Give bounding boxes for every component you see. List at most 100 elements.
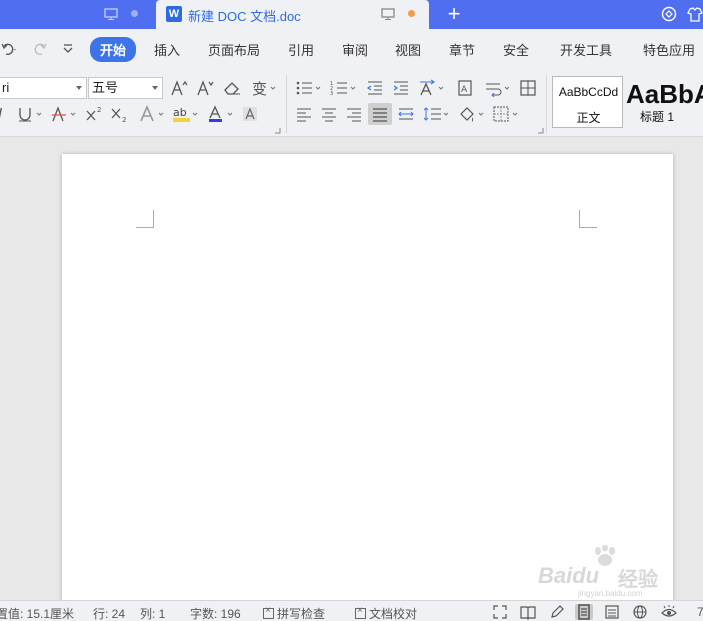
- style-heading-1[interactable]: AaBbA 标题 1: [626, 76, 703, 128]
- spell-check-label: 拼写检查: [277, 607, 326, 621]
- unsaved-dot-icon: [131, 10, 138, 17]
- svg-text:2: 2: [122, 116, 126, 123]
- tab-active-document[interactable]: W 新建 DOC 文档.doc: [156, 0, 429, 29]
- status-column: 列: 1: [140, 607, 166, 621]
- spell-check-toggle[interactable]: 拼写检查: [263, 605, 325, 621]
- shading-icon[interactable]: [458, 105, 488, 123]
- wps-writer-icon: W: [166, 6, 182, 22]
- status-bar: 置值: 15.1厘米 行: 24 列: 1 字数: 196 拼写检查 文档校对 …: [0, 600, 703, 621]
- document-canvas[interactable]: [0, 138, 703, 614]
- proofread-label: 文档校对: [369, 607, 418, 621]
- reading-mode-icon[interactable]: [519, 604, 537, 620]
- margin-corner-top-right: [579, 210, 597, 228]
- baidu-jingyan-watermark: Baidu 经验 jingyan.baidu.com: [538, 545, 668, 598]
- skin-icon[interactable]: [660, 5, 678, 23]
- monitor-icon[interactable]: [381, 8, 395, 20]
- web-view-icon[interactable]: [632, 604, 648, 620]
- tab-special-features[interactable]: 特色应用: [643, 40, 695, 59]
- borders-icon[interactable]: [492, 105, 522, 123]
- line-spacing-swap-icon[interactable]: [484, 79, 514, 97]
- strikethrough-icon[interactable]: [50, 105, 80, 123]
- numbering-icon[interactable]: 123: [330, 79, 360, 97]
- style-heading-1-sample: AaBbA: [626, 79, 703, 109]
- increase-indent-icon[interactable]: [392, 79, 410, 97]
- ribbon-tab-bar: 开始 插入 页面布局 引用 审阅 视图 章节 安全 开发工具 特色应用: [0, 29, 703, 69]
- highlight-icon[interactable]: ab: [172, 105, 202, 123]
- eraser-icon[interactable]: [222, 79, 242, 97]
- subscript-icon[interactable]: 2: [110, 105, 130, 123]
- watermark-url: jingyan.baidu.com: [578, 589, 643, 598]
- font-size-value: 五号: [92, 80, 119, 95]
- checkbox-icon: [355, 605, 366, 619]
- italic-icon[interactable]: I: [0, 105, 2, 123]
- pen-icon[interactable]: [549, 604, 565, 620]
- tab-developer-tools[interactable]: 开发工具: [560, 40, 612, 59]
- status-row: 行: 24: [93, 607, 126, 621]
- proofread-toggle[interactable]: 文档校对: [355, 605, 417, 621]
- tab-page-layout[interactable]: 页面布局: [208, 40, 260, 59]
- undo-icon[interactable]: [0, 41, 18, 57]
- table-tools-icon[interactable]: [519, 79, 537, 97]
- character-shading-icon[interactable]: [241, 105, 259, 123]
- align-right-icon[interactable]: [345, 106, 363, 122]
- fullscreen-icon[interactable]: [492, 604, 508, 620]
- bullets-icon[interactable]: [295, 79, 325, 97]
- paragraph-dialog-launcher-icon[interactable]: [538, 128, 544, 134]
- distributed-align-icon[interactable]: [397, 106, 415, 122]
- align-left-icon[interactable]: [295, 106, 313, 122]
- tab-view[interactable]: 视图: [395, 40, 421, 59]
- divider: [546, 75, 547, 133]
- style-normal-label: 正文: [576, 111, 601, 125]
- customize-icon[interactable]: [62, 41, 74, 57]
- svg-text:A: A: [461, 85, 468, 95]
- margin-corner-top-left: [136, 210, 154, 228]
- text-effect-icon[interactable]: [138, 105, 168, 123]
- line-spacing-icon[interactable]: [423, 106, 453, 122]
- shirt-icon[interactable]: [686, 5, 703, 23]
- font-size-select[interactable]: 五号: [88, 77, 163, 99]
- monitor-icon[interactable]: [104, 8, 118, 20]
- tab-inactive[interactable]: [0, 0, 152, 29]
- chinese-layout-icon[interactable]: A: [456, 79, 474, 97]
- svg-text:变: 变: [252, 80, 267, 97]
- underline-icon[interactable]: [16, 105, 46, 123]
- watermark-cn-text: 经验: [618, 569, 658, 591]
- tab-references[interactable]: 引用: [288, 40, 314, 59]
- status-word-count[interactable]: 字数: 196: [190, 605, 241, 621]
- eye-protection-icon[interactable]: [660, 604, 678, 620]
- title-bar: W 新建 DOC 文档.doc +: [0, 0, 703, 29]
- tab-security[interactable]: 安全: [503, 40, 529, 59]
- decrease-indent-icon[interactable]: [366, 79, 384, 97]
- svg-text:3: 3: [330, 91, 333, 97]
- outline-view-icon[interactable]: [604, 604, 620, 620]
- style-normal-sample: AaBbCcDd: [558, 85, 619, 99]
- font-name-value: ri: [2, 80, 10, 95]
- tab-insert[interactable]: 插入: [154, 40, 180, 59]
- chevron-down-icon: [76, 86, 82, 90]
- style-normal[interactable]: AaBbCcDd 正文: [552, 76, 623, 128]
- align-center-icon[interactable]: [320, 106, 338, 122]
- grow-font-icon[interactable]: [170, 79, 188, 97]
- font-color-icon[interactable]: [207, 105, 237, 123]
- superscript-icon[interactable]: 2: [85, 105, 105, 123]
- tab-home[interactable]: 开始: [90, 37, 137, 62]
- ribbon-toolbar: ri 五号 变 I 2 2 ab 123 A AaBbCcDd 正文 AaBb: [0, 69, 703, 137]
- document-tab-title: 新建 DOC 文档.doc: [188, 9, 301, 24]
- zoom-level[interactable]: 7: [697, 605, 703, 619]
- status-setting-value[interactable]: 置值: 15.1厘米: [0, 605, 74, 621]
- new-tab-button[interactable]: +: [444, 2, 464, 26]
- watermark-text: Baidu: [538, 563, 600, 588]
- tab-section[interactable]: 章节: [449, 40, 475, 59]
- align-justify-icon[interactable]: [368, 103, 392, 125]
- svg-text:ab: ab: [173, 106, 187, 119]
- page-view-icon[interactable]: [575, 604, 593, 620]
- shrink-font-icon[interactable]: [196, 79, 214, 97]
- text-direction-icon[interactable]: [418, 79, 448, 97]
- font-dialog-launcher-icon[interactable]: [275, 128, 281, 134]
- chevron-down-icon: [152, 86, 158, 90]
- pinyin-guide-icon[interactable]: 变: [250, 79, 278, 97]
- redo-icon[interactable]: [33, 41, 49, 57]
- tab-review[interactable]: 审阅: [342, 40, 368, 59]
- font-name-select[interactable]: ri: [0, 77, 87, 99]
- style-heading-1-label: 标题 1: [640, 110, 675, 124]
